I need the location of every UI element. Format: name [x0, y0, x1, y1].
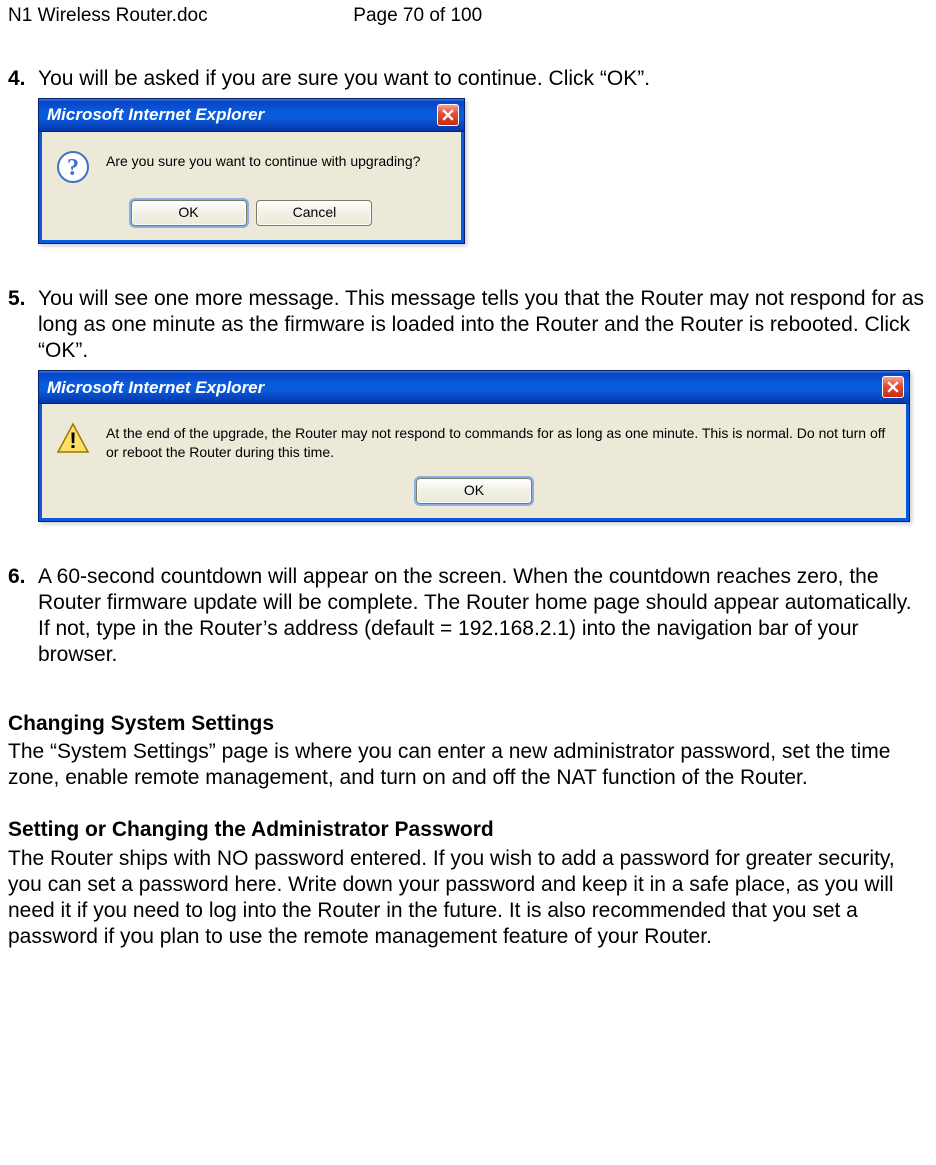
step-number-4: 4. — [8, 66, 38, 244]
ok-button[interactable]: OK — [131, 200, 247, 226]
svg-text:!: ! — [69, 428, 76, 453]
step-4-text: You will be asked if you are sure you wa… — [38, 66, 928, 92]
page-header: N1 Wireless Router.doc Page 70 of 100 — [8, 4, 928, 28]
step-6-text: A 60-second countdown will appear on the… — [38, 564, 928, 669]
dialog-message: At the end of the upgrade, the Router ma… — [106, 422, 892, 462]
heading-changing-system-settings: Changing System Settings — [8, 711, 928, 737]
para-admin-password: The Router ships with NO password entere… — [8, 846, 928, 951]
question-icon: ? — [56, 150, 90, 184]
svg-text:?: ? — [67, 155, 79, 181]
doc-filename: N1 Wireless Router.doc — [8, 4, 348, 28]
close-icon[interactable] — [437, 104, 459, 126]
step-number-5: 5. — [8, 286, 38, 522]
dialog-message: Are you sure you want to continue with u… — [106, 150, 447, 171]
dialog-confirm-upgrade: Microsoft Internet Explorer ? — [38, 98, 465, 244]
dialog-titlebar: Microsoft Internet Explorer — [39, 371, 909, 404]
dialog-title: Microsoft Internet Explorer — [47, 104, 264, 125]
dialog-title: Microsoft Internet Explorer — [47, 377, 264, 398]
para-changing-system-settings: The “System Settings” page is where you … — [8, 739, 928, 792]
step-number-6: 6. — [8, 564, 38, 669]
page-indicator: Page 70 of 100 — [353, 5, 482, 26]
heading-admin-password: Setting or Changing the Administrator Pa… — [8, 817, 928, 843]
dialog-titlebar: Microsoft Internet Explorer — [39, 99, 464, 132]
close-icon[interactable] — [882, 376, 904, 398]
warning-icon: ! — [56, 422, 90, 456]
cancel-button[interactable]: Cancel — [256, 200, 372, 226]
ok-button[interactable]: OK — [416, 478, 532, 504]
step-5-text: You will see one more message. This mess… — [38, 286, 928, 365]
dialog-upgrade-warning: Microsoft Internet Explorer ! — [38, 370, 910, 521]
